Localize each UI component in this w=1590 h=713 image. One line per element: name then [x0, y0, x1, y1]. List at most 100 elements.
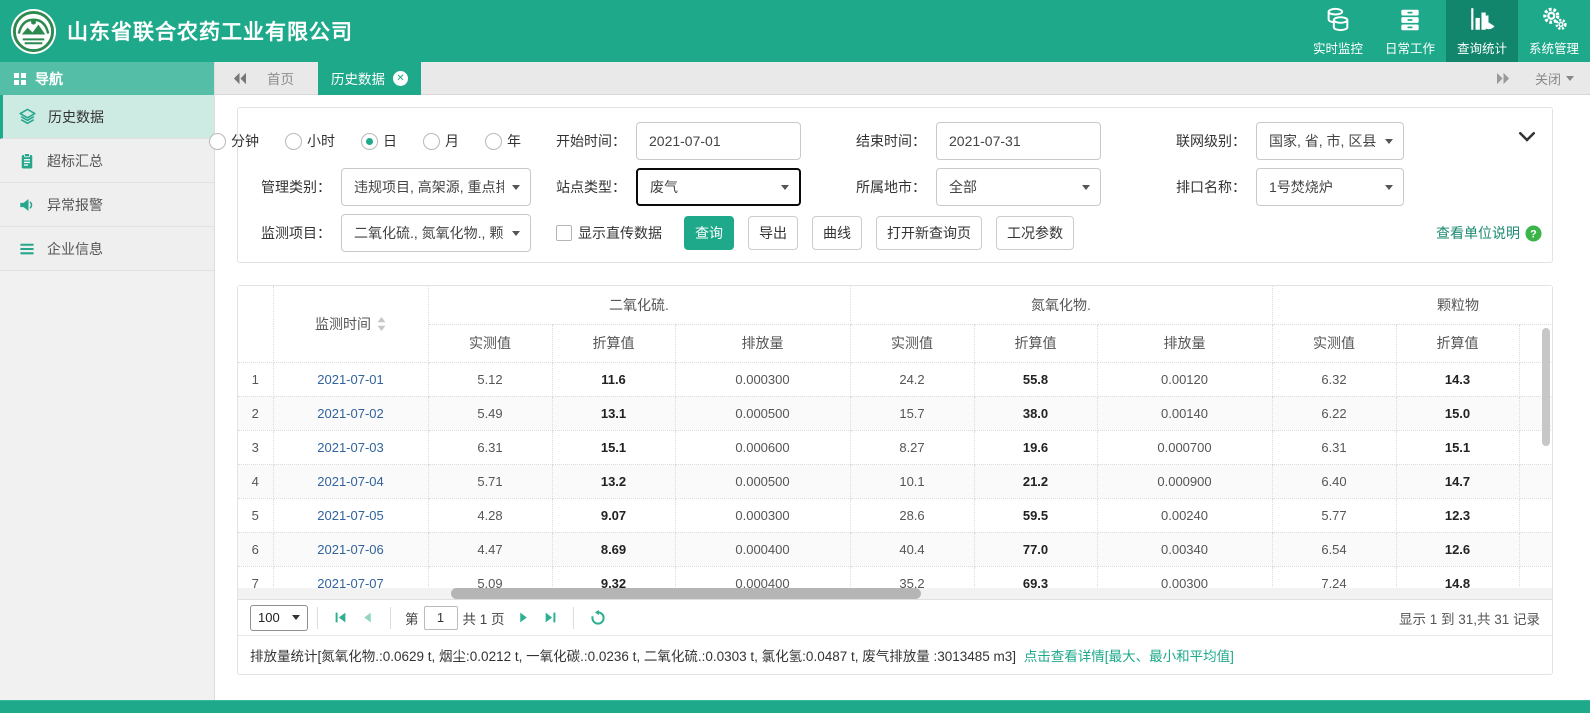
monitor-items-select[interactable]: 二氧化硫., 氮氧化物., 颗粒: [341, 214, 531, 252]
table-row[interactable]: 62021-07-064.478.690.00040040.477.00.003…: [238, 532, 1552, 566]
radio-year[interactable]: 年: [485, 131, 521, 151]
collapse-filters-icon[interactable]: [1518, 130, 1536, 149]
sidebar-item-label: 企业信息: [47, 239, 103, 259]
sub-header[interactable]: 折算值: [552, 324, 675, 362]
sidebar-item-enterprise-info[interactable]: 企业信息: [0, 227, 214, 271]
date-cell[interactable]: 2021-07-01: [273, 362, 428, 396]
manage-type-select[interactable]: 违规项目, 高架源, 重点排: [341, 168, 531, 206]
value-cell: 0.000300: [675, 498, 850, 532]
value-cell: 11.6: [552, 362, 675, 396]
value-cell: 38.0: [974, 396, 1097, 430]
scroll-tabs-right-icon[interactable]: [1496, 72, 1511, 85]
top-nav-item-daily-work[interactable]: 日常工作: [1374, 0, 1446, 62]
top-nav-item-realtime-monitor[interactable]: 实时监控: [1302, 0, 1374, 62]
horizontal-scrollbar-track[interactable]: [238, 588, 1552, 599]
tab-history-data-label: 历史数据: [331, 68, 385, 88]
open-new-query-button[interactable]: 打开新查询页: [876, 216, 982, 250]
city-select[interactable]: 全部: [936, 168, 1101, 206]
sidebar-item-abnormal-alarm[interactable]: 异常报警: [0, 183, 214, 227]
radio-hour-dot: [285, 133, 302, 150]
sub-header[interactable]: 排放量: [1097, 324, 1272, 362]
sub-header[interactable]: 折算值: [974, 324, 1097, 362]
value-cell: 59.5: [974, 498, 1097, 532]
next-page-icon[interactable]: [510, 611, 537, 624]
sub-header[interactable]: 排放量: [675, 324, 850, 362]
radio-year-label: 年: [507, 131, 521, 151]
refresh-icon[interactable]: [583, 610, 613, 626]
radio-month[interactable]: 月: [423, 131, 459, 151]
radio-day-label: 日: [383, 131, 397, 151]
history-data-table: 监测时间二氧化硫.氮氧化物.颗粒物实测值折算值排放量实测值折算值排放量实测值折算…: [238, 286, 1552, 599]
end-time-input[interactable]: 2021-07-31: [936, 122, 1101, 160]
sub-header[interactable]: 实测值: [850, 324, 974, 362]
manage-type-label: 管理类别：: [261, 177, 331, 197]
top-nav-item-query-stats[interactable]: 查询统计: [1446, 0, 1518, 62]
view-details-link[interactable]: 点击查看详情[最大、最小和平均值]: [1024, 649, 1234, 664]
radio-minute[interactable]: 分钟: [209, 131, 259, 151]
svg-text:?: ?: [1530, 228, 1537, 240]
tab-history-data[interactable]: 历史数据 ✕: [318, 62, 421, 95]
horizontal-scrollbar-thumb[interactable]: [451, 588, 921, 599]
close-tab-icon[interactable]: ✕: [393, 71, 408, 86]
value-cell: 5.12: [428, 362, 552, 396]
question-icon: ?: [1525, 225, 1542, 242]
value-cell: 55.8: [974, 362, 1097, 396]
value-cell: 14.7: [1396, 464, 1519, 498]
table-row[interactable]: 42021-07-045.7113.20.00050010.121.20.000…: [238, 464, 1552, 498]
page-total: 共 1 页: [463, 608, 505, 628]
tab-home[interactable]: 首页: [267, 68, 294, 88]
divider: [317, 607, 318, 629]
radio-day[interactable]: 日: [361, 131, 397, 151]
date-cell[interactable]: 2021-07-03: [273, 430, 428, 464]
unit-help-link[interactable]: 查看单位说明 ?: [1436, 223, 1542, 243]
date-cell[interactable]: 2021-07-04: [273, 464, 428, 498]
pagination-bar: 100 第 共 1 页: [238, 599, 1552, 635]
close-menu-label: 关闭: [1535, 69, 1561, 88]
network-level-select[interactable]: 国家, 省, 市, 区县: [1256, 122, 1404, 160]
working-params-button[interactable]: 工况参数: [996, 216, 1074, 250]
period-radio-group: 分钟小时日月年: [238, 131, 556, 151]
date-cell[interactable]: 2021-07-02: [273, 396, 428, 430]
radio-hour[interactable]: 小时: [285, 131, 335, 151]
date-cell[interactable]: 2021-07-05: [273, 498, 428, 532]
value-cell: 28.6: [850, 498, 974, 532]
station-type-label: 站点类型：: [556, 177, 626, 197]
station-type-select[interactable]: 废气: [636, 168, 801, 206]
value-cell: 13.1: [552, 396, 675, 430]
start-time-input[interactable]: 2021-07-01: [636, 122, 801, 160]
table-row[interactable]: 12021-07-015.1211.60.00030024.255.80.001…: [238, 362, 1552, 396]
row-number-header: [238, 286, 273, 362]
vertical-scrollbar[interactable]: [1542, 328, 1550, 446]
table-row[interactable]: 22021-07-025.4913.10.00050015.738.00.001…: [238, 396, 1552, 430]
time-column-header[interactable]: 监测时间: [273, 286, 428, 362]
page-number-input[interactable]: [424, 606, 458, 630]
filter-row-1: 分钟小时日月年 开始时间： 2021-07-01 结束时间： 2021-07-3…: [238, 118, 1552, 164]
sort-icon[interactable]: [377, 317, 386, 334]
page-size-select[interactable]: 100: [250, 605, 308, 631]
database-icon: [1325, 6, 1352, 33]
sub-header[interactable]: 实测值: [1272, 324, 1396, 362]
prev-page-icon[interactable]: [354, 611, 381, 624]
clipped-cell: [1519, 532, 1552, 566]
radio-year-dot: [485, 133, 502, 150]
sidebar-item-over-limit-summary[interactable]: 超标汇总: [0, 139, 214, 183]
sub-header[interactable]: 折算值: [1396, 324, 1519, 362]
clipboard-icon: [18, 152, 36, 170]
outlet-name-select[interactable]: 1号焚烧炉: [1256, 168, 1404, 206]
scroll-tabs-left-icon[interactable]: [232, 72, 247, 85]
top-nav: 实时监控日常工作查询统计系统管理: [1302, 0, 1590, 62]
sub-header[interactable]: 实测值: [428, 324, 552, 362]
date-cell[interactable]: 2021-07-06: [273, 532, 428, 566]
curve-button[interactable]: 曲线: [812, 216, 862, 250]
direct-data-checkbox[interactable]: [556, 225, 572, 241]
sidebar-item-history-data[interactable]: 历史数据: [0, 95, 214, 139]
first-page-icon[interactable]: [327, 611, 354, 624]
close-menu-button[interactable]: 关闭: [1535, 69, 1574, 88]
table-row[interactable]: 52021-07-054.289.070.00030028.659.50.002…: [238, 498, 1552, 532]
value-cell: 6.40: [1272, 464, 1396, 498]
query-button[interactable]: 查询: [684, 216, 734, 250]
top-nav-item-system-manage[interactable]: 系统管理: [1518, 0, 1590, 62]
export-button[interactable]: 导出: [748, 216, 798, 250]
table-row[interactable]: 32021-07-036.3115.10.0006008.2719.60.000…: [238, 430, 1552, 464]
last-page-icon[interactable]: [537, 611, 564, 624]
